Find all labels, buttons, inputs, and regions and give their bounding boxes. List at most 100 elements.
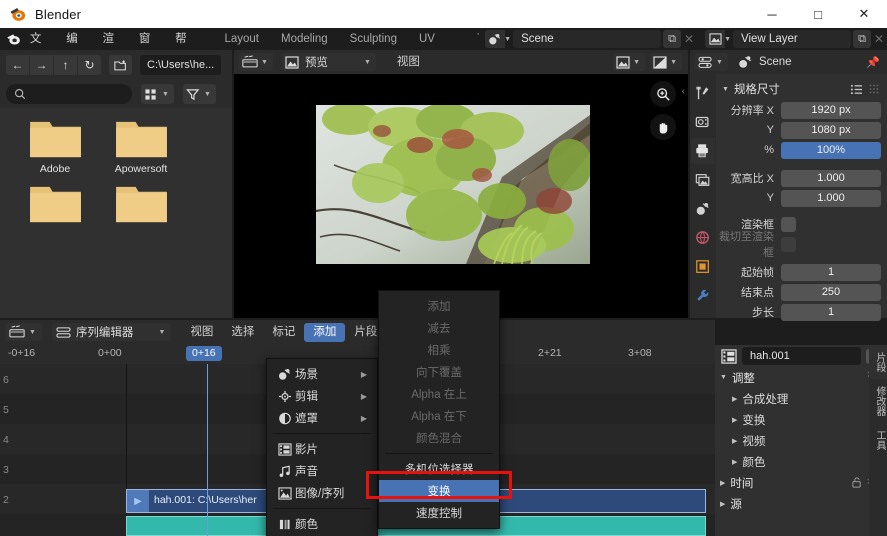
add-menu-item-scene[interactable]: 场景 ▶ [267, 363, 377, 385]
properties-tab-tool[interactable] [691, 80, 715, 106]
display-mode-dropdown[interactable]: ▼ [141, 84, 174, 104]
preview-view-menu[interactable]: 视图 [388, 51, 429, 73]
properties-tab-object[interactable] [691, 254, 715, 280]
add-menu-item-movie[interactable]: 影片 [267, 438, 377, 460]
resolution-y-value[interactable]: 1080 px [781, 122, 881, 139]
tab-modeling[interactable]: Modeling [270, 28, 339, 50]
remove-scene-button[interactable]: ✕ [681, 32, 697, 46]
tab-sculpting[interactable]: Sculpting [339, 28, 408, 50]
zoom-gizmo[interactable] [650, 81, 676, 107]
remove-view-layer-button[interactable]: ✕ [871, 32, 887, 46]
frame-start-value[interactable]: 1 [781, 264, 881, 281]
editor-type-dropdown-preview[interactable]: ▼ [239, 53, 273, 71]
subpanel-video[interactable]: ▶ 视频 [715, 430, 887, 451]
refresh-button[interactable]: ↻ [78, 55, 101, 75]
blender-menu-icon[interactable] [6, 31, 22, 47]
effect-menu-item-multicam[interactable]: 多机位选择器 [379, 458, 499, 480]
add-menu-item-mask[interactable]: 遮罩 ▶ [267, 407, 377, 429]
playhead-frame-badge[interactable]: 0+16 [186, 346, 222, 361]
time-panel-header[interactable]: ▶ 时间 [715, 472, 887, 493]
seq-menu-marker[interactable]: 标记 [263, 321, 304, 343]
strip-name-field[interactable]: hah.001 [742, 347, 861, 365]
file-item-apowersoft[interactable]: Apowersoft [98, 118, 184, 175]
file-item-3[interactable] [12, 183, 98, 228]
view-layer-selector[interactable]: ▼ View Layer ⧉ ✕ [705, 30, 887, 48]
topbar-menu-edit[interactable]: 编辑 [58, 29, 94, 49]
subpanel-color[interactable]: ▶ 颜色 [715, 451, 887, 472]
grip-dots-icon[interactable] [869, 84, 881, 94]
presets-icon[interactable] [850, 84, 863, 95]
resolution-percent-value[interactable]: 100% [781, 142, 881, 159]
topbar-menu-window[interactable]: 窗口 [131, 29, 167, 49]
new-view-layer-button[interactable]: ⧉ [853, 30, 871, 48]
effect-menu-item-speed-control[interactable]: 速度控制 [379, 502, 499, 524]
preview-canvas[interactable]: ‹ [234, 74, 688, 318]
subpanel-compositing[interactable]: ▶ 合成处理 [715, 388, 887, 409]
unlock-icon[interactable] [851, 477, 863, 488]
render-region-checkbox[interactable] [781, 217, 796, 232]
effect-menu-item-transform[interactable]: 变换 [379, 480, 499, 502]
pin-icon[interactable]: 📌 [866, 56, 880, 69]
seq-menu-add[interactable]: 添加 [304, 323, 345, 342]
tab-texture-paint[interactable]: T [466, 28, 479, 50]
tab-layout[interactable]: Layout [213, 28, 270, 50]
frame-step-value[interactable]: 1 [781, 304, 881, 321]
vtab-strip[interactable]: 片段 [869, 345, 887, 379]
properties-tab-world[interactable] [691, 225, 715, 251]
close-button[interactable]: ✕ [841, 0, 887, 28]
properties-tab-view-layer[interactable] [691, 167, 715, 193]
strip-left-handle-icon[interactable]: ▶ [127, 490, 149, 512]
topbar-menu-render[interactable]: 渲染 [95, 29, 131, 49]
new-scene-button[interactable]: ⧉ [663, 30, 681, 48]
maximize-button[interactable]: □ [795, 0, 841, 28]
seq-menu-select[interactable]: 选择 [222, 321, 263, 343]
topbar-menu-file[interactable]: 文件 [22, 29, 58, 49]
overlay-dropdown[interactable]: ▼ [650, 53, 682, 71]
properties-tab-modifier[interactable] [691, 283, 715, 309]
file-item-adobe[interactable]: Adobe [12, 118, 98, 175]
back-button[interactable]: ← [6, 55, 29, 75]
region-toggle-arrow[interactable]: ‹ [682, 86, 685, 97]
properties-tab-output[interactable] [691, 138, 715, 164]
add-menu-popup[interactable]: 场景 ▶ 剪辑 ▶ 遮罩 ▶ 影片 声音 [266, 358, 378, 536]
scene-name-field[interactable]: Scene [513, 30, 661, 48]
display-channels-dropdown[interactable]: ▼ [613, 53, 645, 71]
new-folder-button[interactable] [109, 55, 132, 75]
add-menu-item-sound[interactable]: 声音 [267, 460, 377, 482]
seq-menu-view[interactable]: 视图 [181, 321, 222, 343]
vtab-tool[interactable]: 工具 [869, 423, 887, 457]
aspect-y-value[interactable]: 1.000 [781, 190, 881, 207]
directory-path-field[interactable]: C:\Users\he... [140, 55, 221, 75]
properties-tab-scene[interactable] [691, 196, 715, 222]
sequencer-view-type-dropdown[interactable]: 序列编辑器 ▼ [52, 323, 171, 341]
add-menu-item-clip[interactable]: 剪辑 ▶ [267, 385, 377, 407]
parent-dir-button[interactable]: ↑ [54, 55, 77, 75]
pan-gizmo[interactable] [650, 114, 676, 140]
tab-uv-editing[interactable]: UV Editing [408, 28, 466, 50]
adjust-panel-header[interactable]: ▼ 调整 [715, 367, 887, 388]
vtab-modifier[interactable]: 修改器 [869, 379, 887, 423]
frame-end-value[interactable]: 250 [781, 284, 881, 301]
preview-display-mode-dropdown[interactable]: 预览 ▼ [282, 53, 376, 71]
scene-selector[interactable]: ▼ Scene ⧉ ✕ [485, 30, 697, 48]
editor-type-dropdown-properties[interactable]: ▼ [695, 53, 728, 71]
aspect-x-value[interactable]: 1.000 [781, 170, 881, 187]
effect-strip-submenu[interactable]: 添加 减去 相乘 向下覆盖 Alpha 在上 Alpha 在下 颜色混合 多机位… [378, 290, 500, 529]
add-menu-item-image[interactable]: 图像/序列 [267, 482, 377, 504]
resolution-x-value[interactable]: 1920 px [781, 102, 881, 119]
view-layer-name-field[interactable]: View Layer [733, 30, 851, 48]
file-list[interactable]: Adobe Apowersoft [0, 108, 232, 318]
source-panel-header[interactable]: ▶ 源 [715, 493, 887, 514]
minimize-button[interactable]: ─ [749, 0, 795, 28]
filter-dropdown[interactable]: ▼ [183, 84, 216, 104]
add-menu-item-color[interactable]: 颜色 [267, 513, 377, 535]
topbar-menu-help[interactable]: 帮助 [167, 29, 203, 49]
editor-type-dropdown-sequencer[interactable]: ▼ [5, 323, 42, 341]
properties-tab-render[interactable] [691, 109, 715, 135]
playhead-line[interactable] [207, 364, 208, 536]
file-item-4[interactable] [98, 183, 184, 228]
forward-button[interactable]: → [30, 55, 53, 75]
subpanel-transform[interactable]: ▶ 变换 [715, 409, 887, 430]
format-panel-header[interactable]: ▼ 规格尺寸 [716, 79, 887, 99]
search-input[interactable] [6, 84, 132, 104]
